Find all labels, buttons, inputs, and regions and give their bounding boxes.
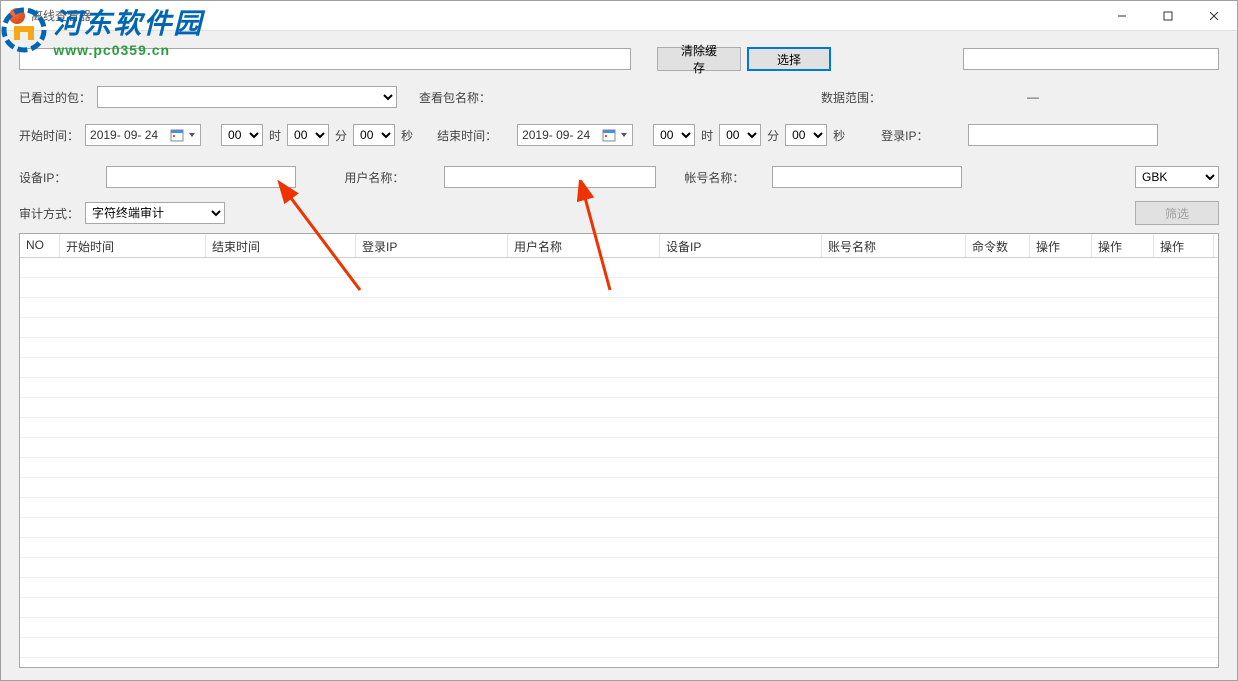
- table-row: [20, 358, 1218, 378]
- dropdown-icon: [620, 131, 628, 139]
- start-date-value: 2019- 09- 24: [90, 128, 158, 142]
- start-time-label: 开始时间：: [19, 127, 79, 144]
- username-label: 用户名称：: [344, 169, 404, 186]
- column-cmds[interactable]: 命令数: [966, 234, 1030, 257]
- account-name-input[interactable]: [772, 166, 962, 188]
- start-hour-select[interactable]: 00: [221, 124, 263, 146]
- end-date-picker[interactable]: 2019- 09- 24: [517, 124, 633, 146]
- select-button[interactable]: 选择: [747, 47, 831, 71]
- close-button[interactable]: [1191, 1, 1237, 31]
- column-loginip[interactable]: 登录IP: [356, 234, 508, 257]
- table-row: [20, 318, 1218, 338]
- encoding-select[interactable]: GBK: [1135, 166, 1219, 188]
- table-row: [20, 518, 1218, 538]
- app-window: 离线查看器 清除缓存 选择 已看过的包：: [0, 0, 1238, 681]
- dropdown-icon: [188, 131, 196, 139]
- column-user[interactable]: 用户名称: [508, 234, 660, 257]
- results-table: NO开始时间结束时间登录IP用户名称设备IP账号名称命令数操作操作操作: [19, 233, 1219, 668]
- calendar-icon: [602, 128, 616, 142]
- table-row: [20, 478, 1218, 498]
- start-date-picker[interactable]: 2019- 09- 24: [85, 124, 201, 146]
- identity-row: 设备IP： 用户名称： 帐号名称： GBK: [19, 165, 1219, 189]
- table-row: [20, 638, 1218, 658]
- table-row: [20, 298, 1218, 318]
- table-row: [20, 538, 1218, 558]
- column-op2[interactable]: 操作: [1092, 234, 1154, 257]
- data-range-value: —: [1013, 90, 1053, 104]
- second-suffix: 秒: [401, 127, 413, 144]
- viewed-package-label: 已看过的包：: [19, 89, 91, 106]
- package-row: 已看过的包： 查看包名称： 数据范围： —: [19, 85, 1219, 109]
- table-row: [20, 558, 1218, 578]
- table-row: [20, 418, 1218, 438]
- viewed-package-select[interactable]: [97, 86, 397, 108]
- table-row: [20, 438, 1218, 458]
- hour-suffix: 时: [269, 127, 281, 144]
- table-row: [20, 278, 1218, 298]
- table-row: [20, 598, 1218, 618]
- table-row: [20, 458, 1218, 478]
- device-ip-input[interactable]: [106, 166, 296, 188]
- end-hour-select[interactable]: 00: [653, 124, 695, 146]
- table-row: [20, 338, 1218, 358]
- table-row: [20, 398, 1218, 418]
- start-minute-select[interactable]: 00: [287, 124, 329, 146]
- app-icon: [9, 8, 25, 24]
- table-row: [20, 378, 1218, 398]
- table-row: [20, 498, 1218, 518]
- table-body: [20, 258, 1218, 667]
- audit-method-label: 审计方式：: [19, 205, 79, 222]
- column-account[interactable]: 账号名称: [822, 234, 966, 257]
- table-header: NO开始时间结束时间登录IP用户名称设备IP账号名称命令数操作操作操作: [20, 234, 1218, 258]
- calendar-icon: [170, 128, 184, 142]
- hour-suffix: 时: [701, 127, 713, 144]
- column-no[interactable]: NO: [20, 234, 60, 257]
- second-suffix: 秒: [833, 127, 845, 144]
- start-second-select[interactable]: 00: [353, 124, 395, 146]
- content-area: 清除缓存 选择 已看过的包： 查看包名称： 数据范围： — 开始时间： 2019…: [1, 31, 1237, 680]
- path-row: 清除缓存 选择: [19, 47, 1219, 71]
- window-controls: [1099, 1, 1237, 31]
- titlebar: 离线查看器: [1, 1, 1237, 31]
- window-title: 离线查看器: [31, 7, 1099, 24]
- end-second-select[interactable]: 00: [785, 124, 827, 146]
- login-ip-label: 登录IP：: [881, 127, 928, 144]
- data-range-label: 数据范围：: [821, 89, 881, 106]
- path-input[interactable]: [19, 48, 631, 70]
- minute-suffix: 分: [767, 127, 779, 144]
- clear-cache-button[interactable]: 清除缓存: [657, 47, 741, 71]
- column-op1[interactable]: 操作: [1030, 234, 1092, 257]
- minute-suffix: 分: [335, 127, 347, 144]
- end-date-value: 2019- 09- 24: [522, 128, 590, 142]
- table-row: [20, 618, 1218, 638]
- column-start[interactable]: 开始时间: [60, 234, 206, 257]
- status-box: [963, 48, 1219, 70]
- minimize-button[interactable]: [1099, 1, 1145, 31]
- audit-method-select[interactable]: 字符终端审计: [85, 202, 225, 224]
- end-time-label: 结束时间：: [437, 127, 497, 144]
- table-row: [20, 578, 1218, 598]
- maximize-button[interactable]: [1145, 1, 1191, 31]
- account-name-label: 帐号名称：: [684, 169, 744, 186]
- column-op3[interactable]: 操作: [1154, 234, 1214, 257]
- column-end[interactable]: 结束时间: [206, 234, 356, 257]
- username-input[interactable]: [444, 166, 656, 188]
- login-ip-input[interactable]: [968, 124, 1158, 146]
- device-ip-label: 设备IP：: [19, 169, 66, 186]
- column-devip[interactable]: 设备IP: [660, 234, 822, 257]
- filter-button[interactable]: 筛选: [1135, 201, 1219, 225]
- table-row: [20, 258, 1218, 278]
- audit-row: 审计方式： 字符终端审计 筛选: [19, 201, 1219, 225]
- time-row: 开始时间： 2019- 09- 24 00 时 00 分 00 秒 结束时间： …: [19, 123, 1219, 147]
- end-minute-select[interactable]: 00: [719, 124, 761, 146]
- view-package-name-label: 查看包名称：: [419, 89, 491, 106]
